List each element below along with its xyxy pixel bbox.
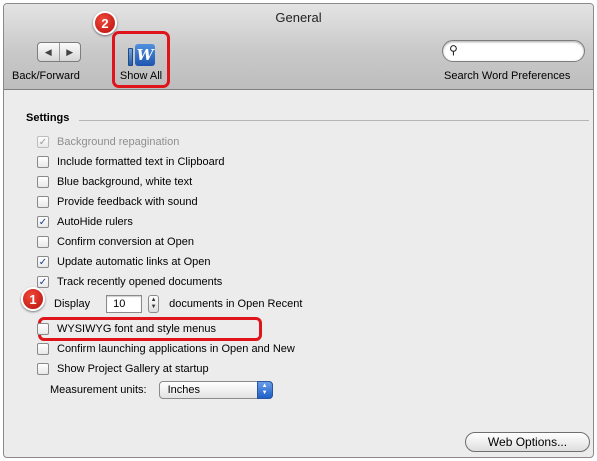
word-logo-letter: W <box>135 44 155 66</box>
option-update-links[interactable]: ✓ Update automatic links at Open <box>37 254 210 270</box>
back-forward-control[interactable]: ◀ ▶ <box>37 42 81 62</box>
checkbox[interactable] <box>37 196 49 208</box>
option-confirm-conversion[interactable]: Confirm conversion at Open <box>37 234 194 250</box>
option-label: Track recently opened documents <box>57 276 223 288</box>
display-recent-row: Display 10 ▲ ▼ documents in Open Recent <box>54 294 302 314</box>
annotation-badge-1: 1 <box>21 287 45 311</box>
option-label: Confirm conversion at Open <box>57 236 194 248</box>
chevron-down-icon: ▼ <box>261 390 268 396</box>
option-label: Confirm launching applications in Open a… <box>57 343 295 355</box>
settings-heading: Settings <box>26 112 70 124</box>
annotation-badge-2: 2 <box>93 11 117 35</box>
option-label: Background repagination <box>57 136 180 148</box>
option-background-repagination[interactable]: ✓ Background repagination <box>37 134 179 150</box>
check-icon: ✓ <box>38 256 48 268</box>
option-blue-background[interactable]: Blue background, white text <box>37 174 192 190</box>
word-preferences-icon: W <box>128 40 158 66</box>
chevron-up-icon: ▲ <box>261 383 268 389</box>
check-icon: ✓ <box>38 136 48 148</box>
checkbox[interactable] <box>37 343 49 355</box>
back-forward-label: Back/Forward <box>12 70 80 82</box>
option-project-gallery[interactable]: Show Project Gallery at startup <box>37 361 209 377</box>
display-suffix: documents in Open Recent <box>169 298 303 310</box>
option-track-recent[interactable]: ✓ Track recently opened documents <box>37 274 222 290</box>
checkbox[interactable] <box>37 236 49 248</box>
forward-icon[interactable]: ▶ <box>60 43 81 61</box>
toolbar: General ◀ ▶ Back/Forward W Show All ⚲ Se… <box>4 4 593 90</box>
show-all-button[interactable]: W Show All <box>112 31 170 88</box>
option-feedback-sound[interactable]: Provide feedback with sound <box>37 194 198 210</box>
recent-count-stepper[interactable]: ▲ ▼ <box>148 295 160 313</box>
checkbox[interactable]: ✓ <box>37 256 49 268</box>
settings-pane: Settings ✓ Background repagination Inclu… <box>4 91 593 457</box>
option-label: Blue background, white text <box>57 176 193 188</box>
search-field[interactable]: ⚲ <box>442 40 585 62</box>
checkbox[interactable]: ✓ <box>37 136 49 148</box>
checkbox[interactable] <box>37 323 49 335</box>
chevron-up-icon[interactable]: ▲ <box>151 297 157 304</box>
show-all-label: Show All <box>119 70 163 82</box>
checkbox[interactable]: ✓ <box>37 216 49 228</box>
search-label: Search Word Preferences <box>444 70 571 82</box>
option-label: Update automatic links at Open <box>57 256 211 268</box>
option-label: Show Project Gallery at startup <box>57 363 209 375</box>
chevron-down-icon[interactable]: ▼ <box>151 304 157 311</box>
option-wysiwyg-menus[interactable]: WYSIWYG font and style menus <box>37 321 216 337</box>
display-prefix: Display <box>54 298 91 310</box>
web-options-button[interactable]: Web Options... <box>465 432 590 452</box>
option-label: WYSIWYG font and style menus <box>57 323 216 335</box>
check-icon: ✓ <box>38 276 48 288</box>
checkbox[interactable] <box>37 156 49 168</box>
option-formatted-clipboard[interactable]: Include formatted text in Clipboard <box>37 154 225 170</box>
search-icon: ⚲ <box>449 43 458 57</box>
option-label: Provide feedback with sound <box>57 196 198 208</box>
preferences-window: General ◀ ▶ Back/Forward W Show All ⚲ Se… <box>3 3 594 458</box>
option-label: AutoHide rulers <box>57 216 133 228</box>
measurement-units-row: Measurement units: Inches ▲ ▼ <box>50 380 273 400</box>
option-label: Include formatted text in Clipboard <box>57 156 225 168</box>
checkbox[interactable] <box>37 176 49 188</box>
checkbox[interactable]: ✓ <box>37 276 49 288</box>
check-icon: ✓ <box>38 216 48 228</box>
recent-count-field[interactable]: 10 <box>106 295 143 313</box>
option-autohide-rulers[interactable]: ✓ AutoHide rulers <box>37 214 133 230</box>
checkbox[interactable] <box>37 363 49 375</box>
section-divider <box>79 120 589 121</box>
measurement-units-value: Inches <box>167 384 201 396</box>
select-arrows-icon: ▲ ▼ <box>256 381 273 399</box>
measurement-units-label: Measurement units: <box>50 384 147 396</box>
option-confirm-launching[interactable]: Confirm launching applications in Open a… <box>37 341 295 357</box>
back-icon[interactable]: ◀ <box>38 43 60 61</box>
measurement-units-select[interactable]: Inches ▲ ▼ <box>158 381 273 399</box>
